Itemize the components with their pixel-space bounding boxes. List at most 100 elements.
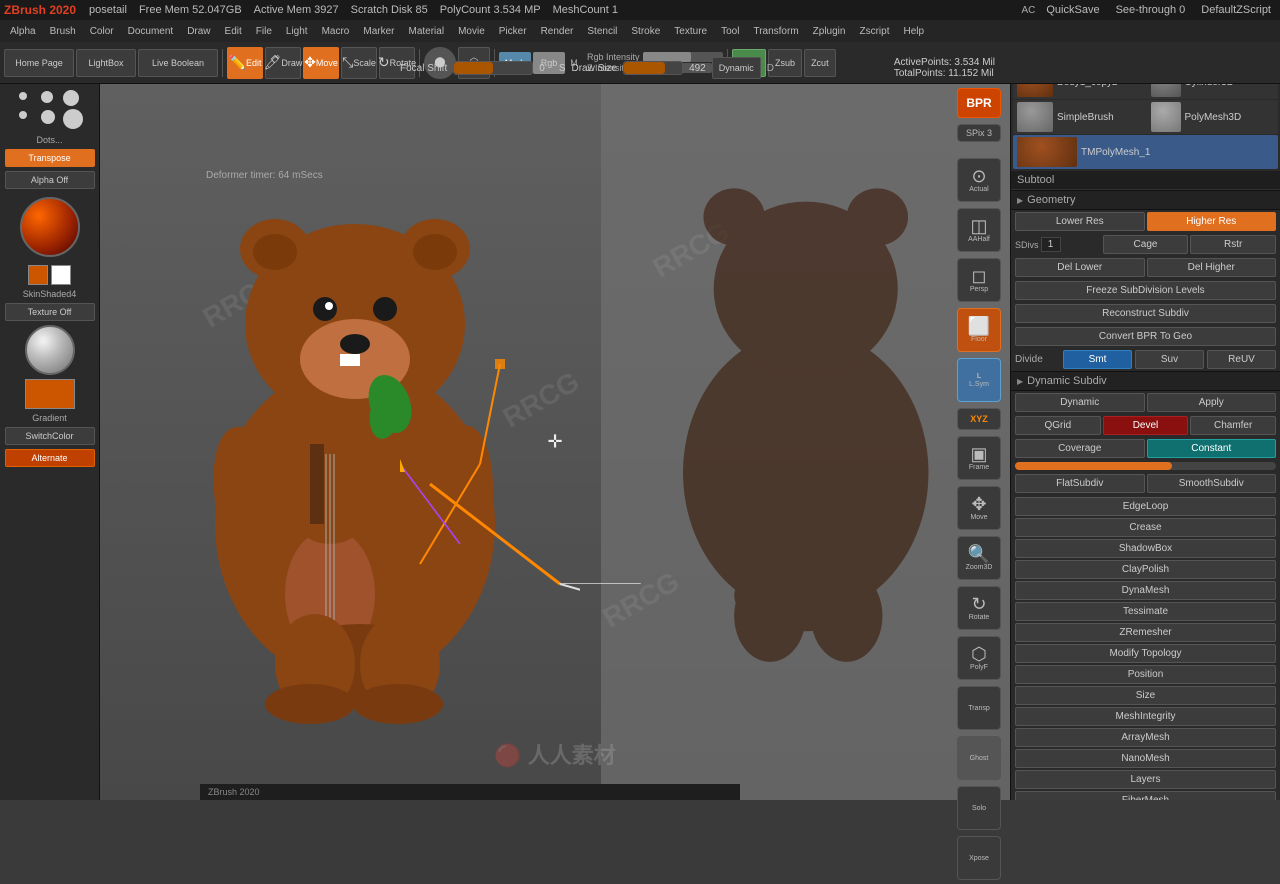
crease-btn[interactable]: Crease <box>1015 518 1276 537</box>
tool-item-2[interactable]: SimpleBrush PolyMesh3D <box>1013 100 1278 134</box>
menu-document[interactable]: Document <box>122 24 180 39</box>
see-through-btn[interactable]: See-through 0 <box>1111 3 1191 17</box>
home-page-btn[interactable]: Home Page <box>4 49 74 77</box>
menu-light[interactable]: Light <box>280 24 314 39</box>
rstr-btn[interactable]: Rstr <box>1190 235 1276 254</box>
dyna-mesh-btn[interactable]: DynaMesh <box>1015 581 1276 600</box>
edge-loop-btn[interactable]: EdgeLoop <box>1015 497 1276 516</box>
background-swatch[interactable] <box>51 265 71 285</box>
menu-draw[interactable]: Draw <box>181 24 216 39</box>
reuv-btn[interactable]: ReUV <box>1207 350 1276 369</box>
texture-off-btn[interactable]: Texture Off <box>5 303 95 321</box>
draw-btn[interactable]: 🖊 Draw <box>265 47 301 79</box>
tool-item-3[interactable]: TMPolyMesh_1 <box>1013 135 1278 169</box>
menu-texture[interactable]: Texture <box>668 24 713 39</box>
actual-btn[interactable]: ⊙ Actual <box>957 158 1001 202</box>
dynamic-btn[interactable]: Dynamic <box>712 57 761 79</box>
fiber-mesh-btn[interactable]: FiberMesh <box>1015 791 1276 800</box>
move-btn[interactable]: ✥ Move <box>303 47 339 79</box>
menu-stencil[interactable]: Stencil <box>581 24 623 39</box>
zoom3d-btn[interactable]: 🔍 Zoom3D <box>957 536 1001 580</box>
live-boolean-btn[interactable]: Live Boolean <box>138 49 218 77</box>
switch-color-btn[interactable]: SwitchColor <box>5 427 95 445</box>
array-mesh-btn[interactable]: ArrayMesh <box>1015 728 1276 747</box>
bpr-btn-main[interactable]: BPR <box>957 88 1001 118</box>
persp-btn[interactable]: ◻ Persp <box>957 258 1001 302</box>
size-btn[interactable]: Size <box>1015 686 1276 705</box>
menu-file[interactable]: File <box>250 24 278 39</box>
position-btn[interactable]: Position <box>1015 665 1276 684</box>
coverage-btn[interactable]: Coverage <box>1015 439 1145 458</box>
chamfer-btn[interactable]: Chamfer <box>1190 416 1276 435</box>
default-zscript-btn[interactable]: DefaultZScript <box>1196 3 1276 17</box>
geometry-section-header[interactable]: ▶ Geometry <box>1011 190 1280 210</box>
menu-render[interactable]: Render <box>535 24 580 39</box>
clay-polish-btn[interactable]: ClayPolish <box>1015 560 1276 579</box>
cage-btn[interactable]: Cage <box>1103 235 1189 254</box>
menu-brush[interactable]: Brush <box>44 24 82 39</box>
smooth-subdiv-btn[interactable]: SmoothSubdiv <box>1147 474 1277 493</box>
floor-btn[interactable]: ⬜ Floor <box>957 308 1001 352</box>
foreground-swatch[interactable] <box>28 265 48 285</box>
sdiv-input[interactable] <box>1041 237 1061 252</box>
menu-picker[interactable]: Picker <box>493 24 533 39</box>
del-higher-btn[interactable]: Del Higher <box>1147 258 1277 277</box>
menu-color[interactable]: Color <box>84 24 120 39</box>
higher-res-btn[interactable]: Higher Res <box>1147 212 1277 231</box>
rotate-nav-btn[interactable]: ↻ Rotate <box>957 586 1001 630</box>
dynamic-subdiv-header[interactable]: ▶ Dynamic Subdiv <box>1011 371 1280 391</box>
menu-marker[interactable]: Marker <box>357 24 400 39</box>
polyf-btn[interactable]: ⬡ PolyF <box>957 636 1001 680</box>
transpose-btn[interactable]: Transpose <box>5 149 95 167</box>
menu-stroke[interactable]: Stroke <box>625 24 666 39</box>
constant-btn[interactable]: Constant <box>1147 439 1277 458</box>
gradient-swatch[interactable] <box>25 379 75 409</box>
scale-btn[interactable]: ⤡ Scale <box>341 47 377 79</box>
menu-macro[interactable]: Macro <box>316 24 356 39</box>
menu-material[interactable]: Material <box>403 24 451 39</box>
tessimate-btn[interactable]: Tessimate <box>1015 602 1276 621</box>
transp-btn[interactable]: Transp <box>957 686 1001 730</box>
zcut-btn[interactable]: Zcut <box>804 49 836 77</box>
devel-btn[interactable]: Devel <box>1103 416 1189 435</box>
ghost-btn[interactable]: Ghost <box>957 736 1001 780</box>
flat-subdiv-btn[interactable]: FlatSubdiv <box>1015 474 1145 493</box>
lower-res-btn[interactable]: Lower Res <box>1015 212 1145 231</box>
menu-tool[interactable]: Tool <box>715 24 745 39</box>
subdiv-slider[interactable] <box>1015 462 1276 470</box>
mesh-integrity-btn[interactable]: MeshIntegrity <box>1015 707 1276 726</box>
apply-btn[interactable]: Apply <box>1147 393 1277 412</box>
edit-btn[interactable]: ✏️ Edit <box>227 47 263 79</box>
del-lower-btn[interactable]: Del Lower <box>1015 258 1145 277</box>
z-remesher-btn[interactable]: ZRemesher <box>1015 623 1276 642</box>
convert-bpr-btn[interactable]: Convert BPR To Geo <box>1015 327 1276 346</box>
xyz-btn[interactable]: XYZ <box>957 408 1001 430</box>
draw-size-slider[interactable] <box>623 61 683 75</box>
suv-btn[interactable]: Suv <box>1135 350 1204 369</box>
menu-alpha[interactable]: Alpha <box>4 24 42 39</box>
reconstruct-subdiv-btn[interactable]: Reconstruct Subdiv <box>1015 304 1276 323</box>
focal-shift-slider[interactable] <box>453 61 533 75</box>
menu-movie[interactable]: Movie <box>452 24 491 39</box>
modify-topology-btn[interactable]: Modify Topology <box>1015 644 1276 663</box>
color-wheel[interactable] <box>20 197 80 257</box>
solo-btn[interactable]: Solo <box>957 786 1001 830</box>
menu-help[interactable]: Help <box>897 24 930 39</box>
aahalf-btn[interactable]: ◫ AAHalf <box>957 208 1001 252</box>
dynamic-btn-panel[interactable]: Dynamic <box>1015 393 1145 412</box>
qgrid-btn[interactable]: QGrid <box>1015 416 1101 435</box>
menu-zscript[interactable]: Zscript <box>853 24 895 39</box>
move-nav-btn[interactable]: ✥ Move <box>957 486 1001 530</box>
freeze-subdiv-btn[interactable]: Freeze SubDivision Levels <box>1015 281 1276 300</box>
quick-save-btn[interactable]: QuickSave <box>1041 3 1104 17</box>
menu-edit[interactable]: Edit <box>219 24 248 39</box>
nano-mesh-btn[interactable]: NanoMesh <box>1015 749 1276 768</box>
menu-zplugin[interactable]: Zplugin <box>807 24 852 39</box>
layers-btn[interactable]: Layers <box>1015 770 1276 789</box>
lightbox-btn[interactable]: LightBox <box>76 49 136 77</box>
smt-btn[interactable]: Smt <box>1063 350 1132 369</box>
xpose-btn[interactable]: Xpose <box>957 836 1001 880</box>
alternate-btn[interactable]: Alternate <box>5 449 95 467</box>
shadow-box-btn[interactable]: ShadowBox <box>1015 539 1276 558</box>
lsym-btn[interactable]: L L.Sym <box>957 358 1001 402</box>
